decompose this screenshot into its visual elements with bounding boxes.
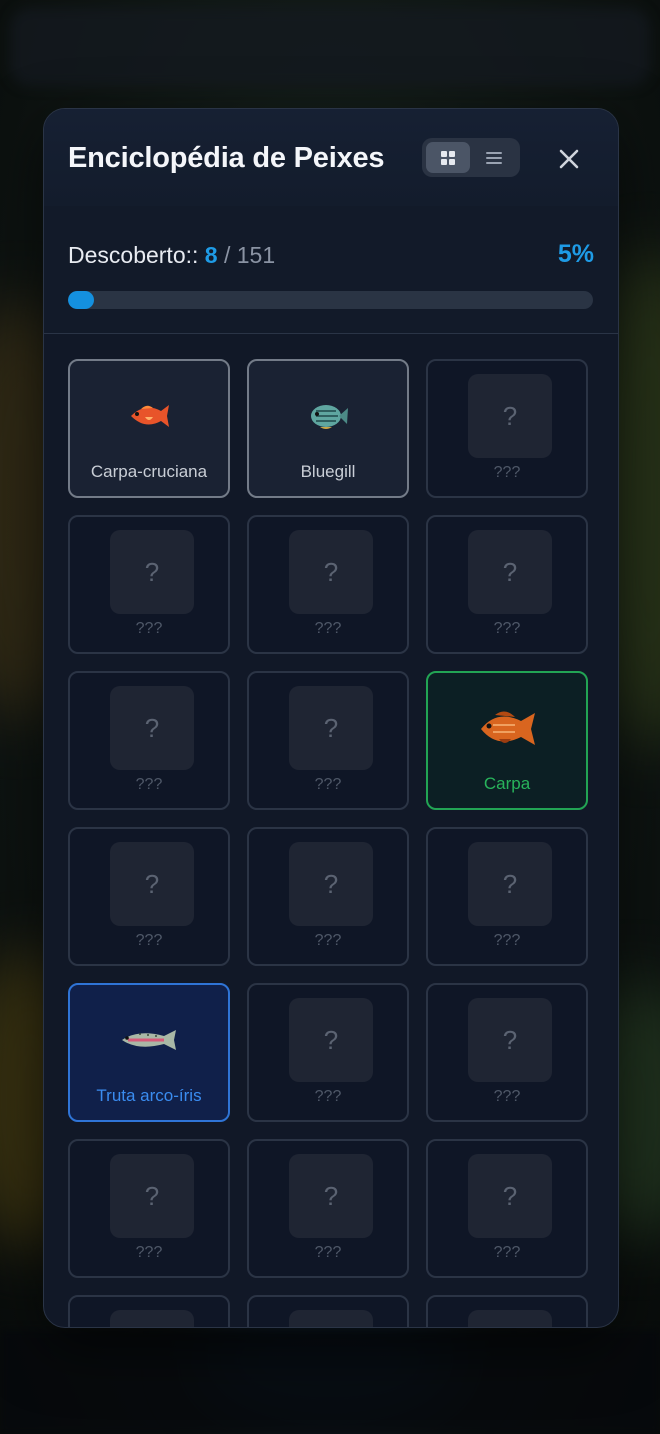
modal-title: Enciclopédia de Peixes — [68, 142, 385, 174]
unknown-fish-placeholder: ? — [289, 530, 373, 614]
unknown-fish-placeholder — [110, 1310, 194, 1327]
fish-card-label: Carpa-cruciana — [90, 462, 208, 481]
unknown-fish-placeholder: ? — [468, 842, 552, 926]
unknown-fish-placeholder: ? — [110, 842, 194, 926]
fish-card[interactable]: Carpa — [426, 671, 588, 810]
fish-card[interactable]: ???? — [68, 827, 230, 966]
game-top-bar — [10, 8, 650, 86]
fish-card[interactable]: ???? — [247, 1139, 409, 1278]
fish-card[interactable]: Bluegill — [247, 359, 409, 498]
close-icon[interactable] — [552, 142, 586, 176]
fish-card[interactable]: ???? — [426, 515, 588, 654]
progress-bar — [68, 291, 593, 309]
discovered-label: Descoberto:: — [68, 242, 199, 268]
fish-card-label: ??? — [314, 776, 342, 793]
unknown-fish-placeholder — [289, 1310, 373, 1327]
fish-card-label: ??? — [314, 1088, 342, 1105]
grid-icon — [441, 150, 455, 165]
fish-card[interactable]: ???? — [247, 515, 409, 654]
discovered-count: 8 — [204, 242, 218, 268]
unknown-fish-placeholder: ? — [468, 374, 552, 458]
view-toggle — [422, 138, 520, 177]
fish-card[interactable]: ???? — [426, 359, 588, 498]
fish-encyclopedia-modal: Enciclopédia de Peixes Descoberto:: 8 / … — [43, 108, 619, 1328]
fish-card-label: ??? — [135, 776, 163, 793]
fish-card-label: ??? — [314, 620, 342, 637]
fish-card[interactable] — [426, 1295, 588, 1327]
fish-card[interactable] — [247, 1295, 409, 1327]
discovery-progress: Descoberto:: 8 / 151 5% — [44, 206, 618, 334]
fish-card-label: Truta arco-íris — [96, 1086, 202, 1105]
grid-view-button[interactable] — [426, 142, 470, 173]
unknown-fish-placeholder: ? — [110, 686, 194, 770]
unknown-fish-placeholder: ? — [110, 1154, 194, 1238]
fish-card[interactable] — [68, 1295, 230, 1327]
game-bottom-bar — [0, 1330, 660, 1434]
discovered-percent: 5% — [557, 240, 594, 268]
rainbow-trout-icon — [70, 1005, 228, 1075]
total-count: 151 — [236, 242, 276, 268]
fish-card-label: ??? — [493, 464, 521, 481]
unknown-fish-placeholder: ? — [289, 686, 373, 770]
fish-card-label: ??? — [135, 620, 163, 637]
bluegill-icon — [249, 381, 407, 451]
modal-header: Enciclopédia de Peixes — [44, 109, 618, 207]
unknown-fish-placeholder: ? — [289, 998, 373, 1082]
fish-card[interactable]: Truta arco-íris — [68, 983, 230, 1122]
fish-card[interactable]: ???? — [426, 827, 588, 966]
fish-card[interactable]: ???? — [68, 671, 230, 810]
unknown-fish-placeholder — [468, 1310, 552, 1327]
unknown-fish-placeholder: ? — [289, 842, 373, 926]
fish-card[interactable]: ???? — [247, 983, 409, 1122]
unknown-fish-placeholder: ? — [468, 998, 552, 1082]
unknown-fish-placeholder: ? — [468, 1154, 552, 1238]
fish-card[interactable]: ???? — [426, 983, 588, 1122]
fish-card[interactable]: ???? — [247, 671, 409, 810]
fish-card-label: Carpa — [483, 774, 531, 793]
discovered-separator: / — [223, 242, 231, 268]
unknown-fish-placeholder: ? — [289, 1154, 373, 1238]
unknown-fish-placeholder: ? — [468, 530, 552, 614]
fish-card-label: ??? — [314, 932, 342, 949]
list-icon — [486, 151, 502, 164]
fish-card-label: ??? — [135, 932, 163, 949]
fish-card-label: ??? — [493, 1244, 521, 1261]
fish-card-label: ??? — [493, 620, 521, 637]
fish-card-label: ??? — [135, 1244, 163, 1261]
discovered-text: Descoberto:: 8 / 151 — [68, 242, 275, 269]
fish-card[interactable]: Carpa-cruciana — [68, 359, 230, 498]
list-view-button[interactable] — [472, 142, 516, 173]
fish-card[interactable]: ???? — [68, 515, 230, 654]
fish-card-label: Bluegill — [300, 462, 356, 481]
fish-card-label: ??? — [314, 1244, 342, 1261]
fish-card-label: ??? — [493, 1088, 521, 1105]
fish-card-label: ??? — [493, 932, 521, 949]
crucian-carp-icon — [70, 381, 228, 451]
unknown-fish-placeholder: ? — [110, 530, 194, 614]
carp-icon — [428, 693, 586, 763]
fish-card[interactable]: ???? — [68, 1139, 230, 1278]
fish-card[interactable]: ???? — [426, 1139, 588, 1278]
progress-bar-fill — [68, 291, 95, 309]
fish-card[interactable]: ???? — [247, 827, 409, 966]
